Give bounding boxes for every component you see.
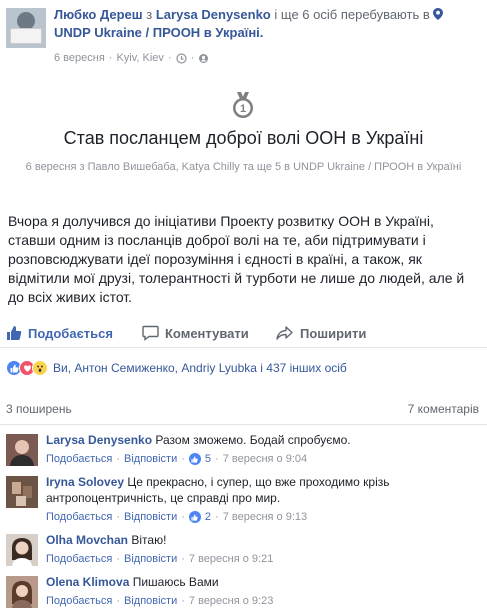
wow-reaction-icon xyxy=(32,360,48,376)
post-header: Любко Дереш з Larysa Denysenko і ще 6 ос… xyxy=(6,6,481,72)
avatar-sign xyxy=(10,28,42,44)
comment-meta: Подобається · Відповісти · 5 · 7 вересня… xyxy=(46,451,308,467)
comment-body: Olha Movchan Вітаю! Подобається · Відпов… xyxy=(46,532,481,567)
tagged-person-link[interactable]: Larysa Denysenko xyxy=(156,7,271,22)
event-title: Став посланцем доброї волі ООН в Україні xyxy=(63,128,424,148)
share-button-label: Поширити xyxy=(300,325,367,341)
comment-body: Iryna Solovey Це прекрасно, і супер, що … xyxy=(46,474,481,525)
commenter-name[interactable]: Olha Movchan xyxy=(46,533,128,547)
commenter-name[interactable]: Olena Klimova xyxy=(46,575,129,589)
commenter-name[interactable]: Larysa Denysenko xyxy=(46,433,152,447)
post-place-link[interactable]: Kyiv, Kiev xyxy=(116,52,163,64)
post-card: Любко Дереш з Larysa Denysenko і ще 6 ос… xyxy=(0,0,487,615)
comment-text: Вітаю! xyxy=(131,533,167,547)
comment-time[interactable]: 7 вересня о 9:23 xyxy=(189,593,273,609)
comment-item: Larysa Denysenko Разом зможемо. Бодай сп… xyxy=(6,432,481,476)
comment-bubble-icon xyxy=(142,325,159,341)
commenter-avatar[interactable] xyxy=(6,534,38,566)
author-name-link[interactable]: Любко Дереш xyxy=(54,7,143,22)
comment-text: Пишаюсь Вами xyxy=(132,575,219,589)
shares-count[interactable]: 3 поширень xyxy=(6,402,72,416)
at-text: перебувають в xyxy=(340,7,430,22)
comment-item: Iryna Solovey Це прекрасно, і супер, що … xyxy=(6,474,481,523)
ribbon-award-icon: 1 xyxy=(233,92,253,118)
comment-like-link[interactable]: Подобається xyxy=(46,451,112,467)
comment-like-link[interactable]: Подобається xyxy=(46,551,112,567)
comment-meta: Подобається · Відповісти · 2 · 7 вересня… xyxy=(46,509,308,525)
commenter-avatar[interactable] xyxy=(6,476,38,508)
comment-time[interactable]: 7 вересня о 9:04 xyxy=(223,451,307,467)
comment-body: Larysa Denysenko Разом зможемо. Бодай сп… xyxy=(46,432,481,467)
event-subtitle: 6 вересня з Павло Вишебаба, Katya Chilly… xyxy=(25,161,462,173)
post-actions-bar: Подобається Коментувати Поширити xyxy=(0,318,487,348)
comment-like-icon xyxy=(188,511,201,523)
post-meta: 6 вересня · Kyiv, Kiev · · xyxy=(54,52,209,64)
svg-text:1: 1 xyxy=(240,103,246,115)
comment-text: Разом зможемо. Бодай спробуємо. xyxy=(155,433,351,447)
comment-reply-link[interactable]: Відповісти xyxy=(124,509,177,525)
like-button[interactable]: Подобається xyxy=(6,318,113,348)
meta-dot-2: · xyxy=(167,52,172,64)
post-body-text: Вчора я долучився до ініціативи Проекту … xyxy=(8,213,465,305)
author-avatar[interactable] xyxy=(6,8,46,48)
header-text: Любко Дереш з Larysa Denysenko і ще 6 ос… xyxy=(54,6,481,42)
thumbs-up-icon xyxy=(7,326,22,340)
share-button[interactable]: Поширити xyxy=(276,318,366,348)
comment-item: Olena Klimova Пишаюсь Вами Подобається ·… xyxy=(6,574,481,615)
share-arrow-icon xyxy=(276,326,293,340)
comment-reply-link[interactable]: Відповісти xyxy=(124,451,177,467)
comment-reply-link[interactable]: Відповісти xyxy=(124,551,177,567)
meta-dot-3: · xyxy=(190,52,195,64)
comments-count[interactable]: 7 коментарів xyxy=(408,402,479,416)
comment-like-icon xyxy=(188,453,201,465)
with-prefix: з xyxy=(146,7,153,22)
comment-meta: Подобається · Відповісти · 7 вересня о 9… xyxy=(46,593,274,609)
comment-like-link[interactable]: Подобається xyxy=(46,593,112,609)
comment-button-label: Коментувати xyxy=(165,325,249,341)
comment-item: Olha Movchan Вітаю! Подобається · Відпов… xyxy=(6,532,481,576)
reactors-names[interactable]: Ви, Антон Семиженко, Andriy Lyubka і 437… xyxy=(53,361,347,375)
meta-dot: · xyxy=(108,52,113,64)
like-button-label: Подобається xyxy=(28,325,113,341)
location-link[interactable]: UNDP Ukraine / ПРООН в Україні. xyxy=(54,25,263,40)
post-date-link[interactable]: 6 вересня xyxy=(54,52,105,64)
commenter-name[interactable]: Iryna Solovey xyxy=(46,475,124,489)
comment-like-count[interactable]: 5 xyxy=(205,451,211,467)
comment-like-link[interactable]: Подобається xyxy=(46,509,112,525)
tagged-more-text[interactable]: і ще 6 осіб xyxy=(274,7,337,22)
comment-time[interactable]: 7 вересня о 9:13 xyxy=(223,509,307,525)
comment-time[interactable]: 7 вересня о 9:21 xyxy=(189,551,273,567)
comment-button[interactable]: Коментувати xyxy=(142,318,249,348)
reactions-row[interactable]: Ви, Антон Семиженко, Andriy Lyubka і 437… xyxy=(6,360,347,376)
post-summary: 3 поширень 7 коментарів xyxy=(6,402,479,416)
comment-body: Olena Klimova Пишаюсь Вами Подобається ·… xyxy=(46,574,481,609)
commenter-avatar[interactable] xyxy=(6,576,38,608)
location-pin-icon xyxy=(433,8,444,20)
clock-icon xyxy=(176,52,187,64)
privacy-friends-icon[interactable] xyxy=(198,53,209,64)
comment-like-count[interactable]: 2 xyxy=(205,509,211,525)
comments-divider xyxy=(0,424,487,425)
comment-meta: Подобається · Відповісти · 7 вересня о 9… xyxy=(46,551,274,567)
comment-reply-link[interactable]: Відповісти xyxy=(124,593,177,609)
commenter-avatar[interactable] xyxy=(6,434,38,466)
